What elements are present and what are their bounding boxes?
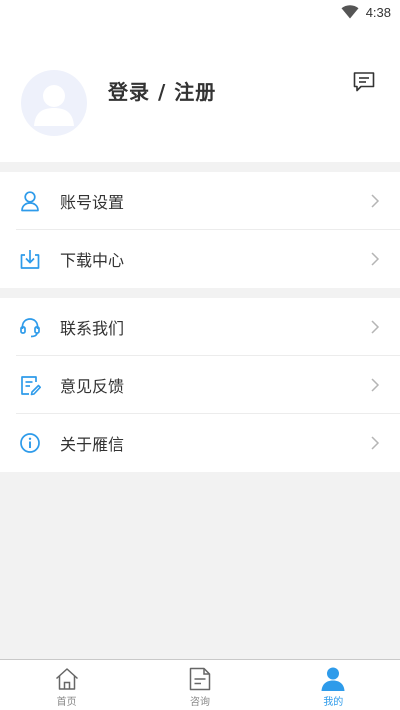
menu-label: 关于雁信: [60, 435, 125, 454]
user-icon: [18, 189, 42, 213]
home-icon: [55, 668, 78, 690]
wifi-icon: [341, 5, 359, 19]
menu-item-feedback[interactable]: 意见反馈: [0, 356, 400, 414]
download-icon: [18, 247, 42, 271]
profile-icon: [321, 667, 345, 691]
tab-consult[interactable]: 咨询: [133, 660, 266, 710]
default-avatar-icon[interactable]: [21, 70, 87, 136]
menu-item-download-center[interactable]: 下载中心: [0, 230, 400, 288]
message-icon[interactable]: [352, 70, 376, 94]
tab-mine[interactable]: 我的: [267, 660, 400, 710]
status-bar: 4:38: [0, 0, 400, 24]
document-icon: [189, 667, 211, 691]
tab-label: 我的: [323, 697, 344, 708]
menu-item-contact-us[interactable]: 联系我们: [0, 298, 400, 356]
chevron-right-icon: [371, 378, 380, 392]
tab-label: 咨询: [189, 697, 210, 708]
tab-home[interactable]: 首页: [0, 660, 133, 710]
menu-label: 账号设置: [60, 193, 125, 212]
menu-item-about[interactable]: 关于雁信: [0, 414, 400, 472]
menu-group-account: 账号设置 下载中心: [0, 172, 400, 288]
menu-item-account-settings[interactable]: 账号设置: [0, 172, 400, 230]
menu-label: 意见反馈: [60, 377, 125, 396]
chevron-right-icon: [371, 252, 380, 266]
login-register-link[interactable]: 登录 / 注册: [108, 76, 216, 105]
feedback-edit-icon: [18, 373, 42, 397]
chevron-right-icon: [371, 320, 380, 334]
tab-label: 首页: [56, 697, 77, 708]
chevron-right-icon: [371, 436, 380, 450]
status-time: 4:38: [365, 4, 391, 20]
info-icon: [18, 431, 42, 455]
headset-icon: [18, 315, 42, 339]
menu-label: 下载中心: [60, 251, 125, 270]
menu-label: 联系我们: [60, 319, 125, 338]
profile-header: 登录 / 注册: [0, 24, 400, 162]
menu-group-support: 联系我们 意见反馈 关于雁信: [0, 298, 400, 472]
chevron-right-icon: [371, 194, 380, 208]
bottom-tab-bar: 首页 咨询 我的: [0, 659, 400, 710]
